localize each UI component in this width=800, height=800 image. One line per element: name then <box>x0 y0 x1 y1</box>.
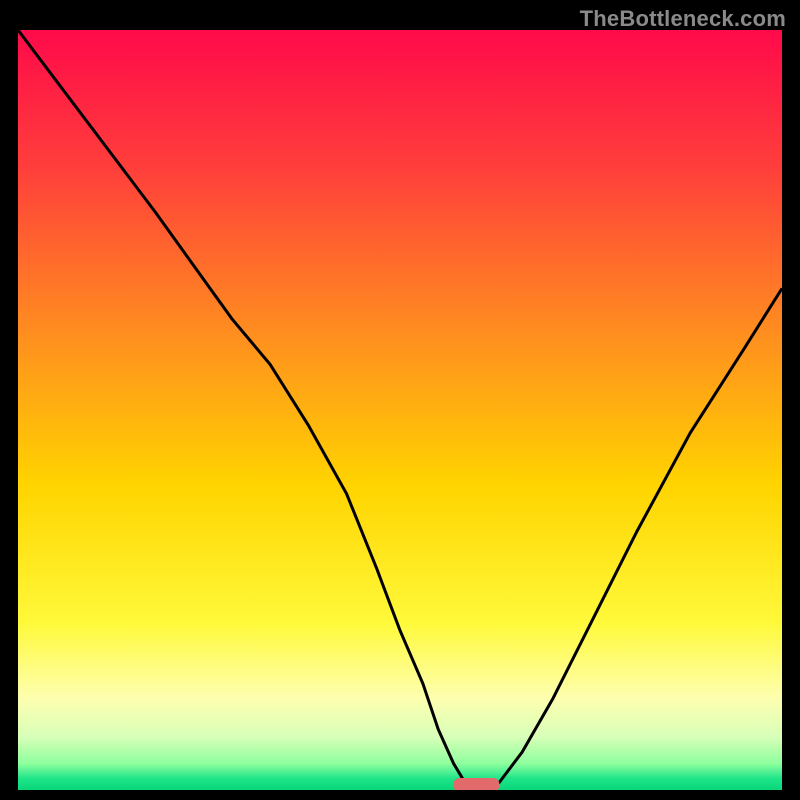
chart-frame <box>18 30 782 790</box>
bottleneck-chart <box>18 30 782 790</box>
chart-background <box>18 30 782 790</box>
watermark-text: TheBottleneck.com <box>580 6 786 32</box>
optimal-marker <box>454 778 500 790</box>
